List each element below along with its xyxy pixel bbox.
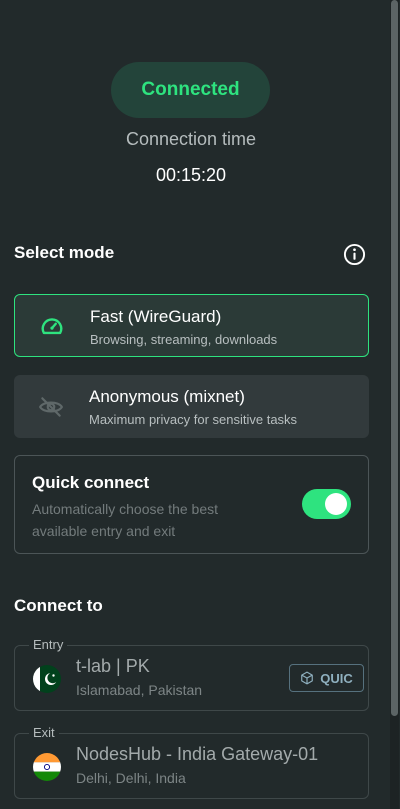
eye-slash-icon xyxy=(38,397,64,417)
scrollbar-thumb[interactable] xyxy=(391,0,398,716)
mode-option-fast-description: Browsing, streaming, downloads xyxy=(90,332,278,347)
quick-connect-description: Automatically choose the best available … xyxy=(32,501,218,539)
entry-legend: Entry xyxy=(29,637,68,653)
cube-icon xyxy=(301,671,314,685)
mode-option-fast-title: Fast (WireGuard) xyxy=(90,307,222,326)
mode-option-anonymous-description: Maximum privacy for sensitive tasks xyxy=(89,412,298,427)
pakistan-flag xyxy=(33,665,61,693)
info-icon[interactable] xyxy=(343,243,366,266)
quic-badge-label: QUIC xyxy=(320,670,353,686)
entry-node-name: t-lab | PK xyxy=(76,656,150,676)
exit-node-location: Delhi, Delhi, India xyxy=(76,770,186,786)
quick-connect-title: Quick connect xyxy=(32,473,150,492)
mode-option-fast[interactable]: Fast (WireGuard) Browsing, streaming, do… xyxy=(14,294,369,357)
exit-node-selector[interactable]: Exit NodesHub - India Gateway-01 Delhi, … xyxy=(14,725,369,799)
connection-time-label: Connection time xyxy=(125,129,257,149)
india-flag xyxy=(33,753,61,781)
entry-node-selector[interactable]: Entry t-lab | PK Islamabad, Pakistan QUI… xyxy=(14,637,369,711)
mode-option-anonymous-title: Anonymous (mixnet) xyxy=(89,387,245,406)
connect-to-title: Connect to xyxy=(14,596,103,615)
quick-connect-toggle[interactable] xyxy=(302,489,351,519)
mode-option-anonymous[interactable]: Anonymous (mixnet) Maximum privacy for s… xyxy=(14,375,369,438)
toggle-knob xyxy=(325,493,347,515)
quic-badge: QUIC xyxy=(289,664,364,692)
connection-status-badge: Connected xyxy=(111,62,270,118)
exit-node-name: NodesHub - India Gateway-01 xyxy=(76,744,319,764)
connection-status-label: Connected xyxy=(141,79,240,100)
quick-connect-card: Quick connect Automatically choose the b… xyxy=(14,455,369,554)
select-mode-title: Select mode xyxy=(14,243,115,262)
connection-time-value: 00:15:20 xyxy=(155,165,227,185)
exit-legend: Exit xyxy=(29,725,59,741)
speedometer-icon xyxy=(41,318,63,335)
entry-node-location: Islamabad, Pakistan xyxy=(76,682,203,698)
